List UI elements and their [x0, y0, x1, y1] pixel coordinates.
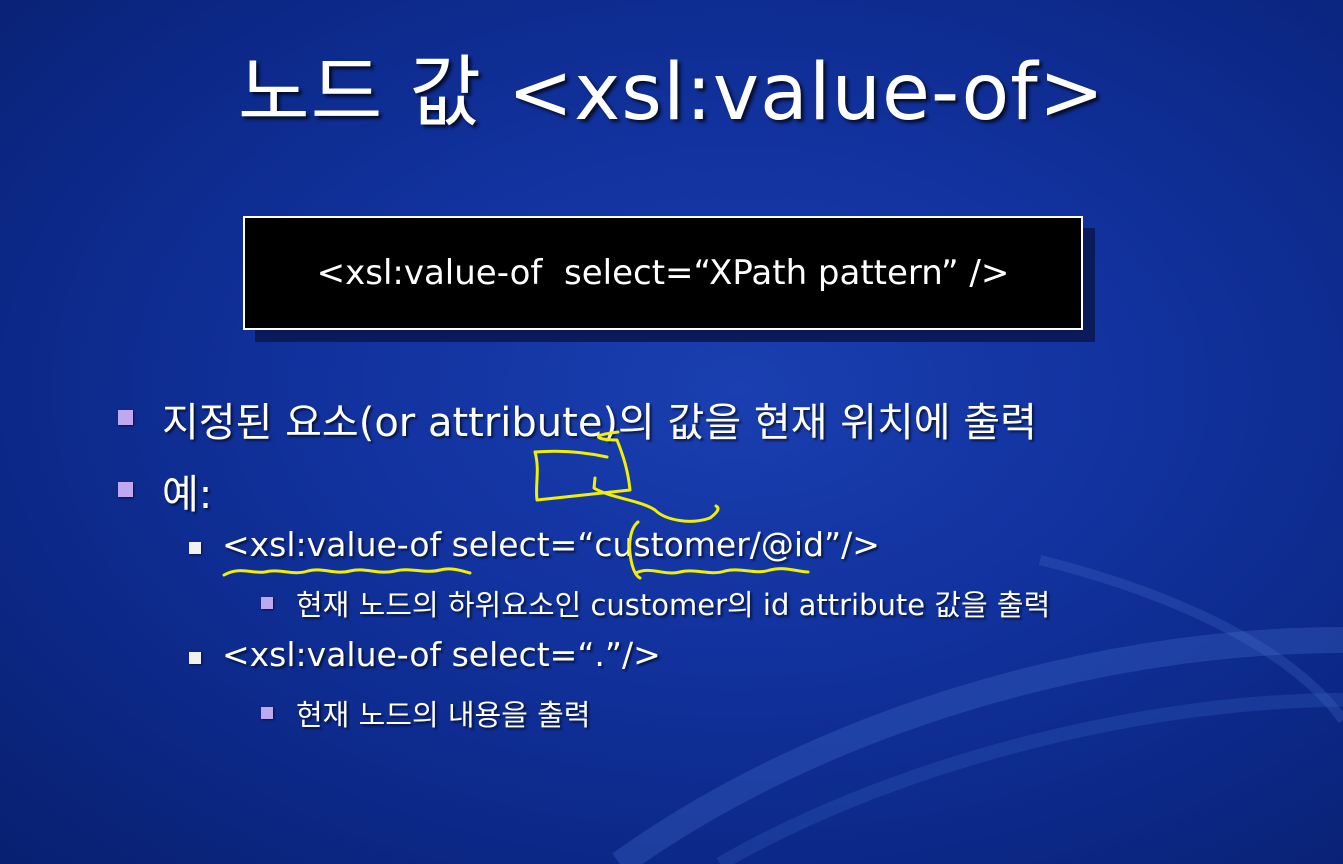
example-code-1: <xsl:value-of select=“customer/@id”/> [222, 525, 880, 564]
bullet-icon [118, 410, 133, 425]
annotation-connector [592, 476, 720, 523]
example-desc-2: 현재 노드의 내용을 출력 [296, 698, 591, 732]
example-desc-1: 현재 노드의 하위요소인 customer의 id attribute 값을 출… [296, 588, 1051, 622]
sub-bullet-icon [189, 652, 201, 664]
slide-title: 노드 값 <xsl:value-of> [237, 48, 1106, 138]
sub-sub-bullet-icon [261, 597, 273, 609]
annotation-underline-code [222, 567, 472, 577]
syntax-box: <xsl:value-of select=“XPath pattern” /> [243, 216, 1083, 330]
sub-sub-bullet-icon [261, 707, 273, 719]
bullet-description: 지정된 요소(or attribute)의 값을 현재 위치에 출력 [162, 400, 1037, 446]
example-code-2: <xsl:value-of select=“.”/> [222, 635, 661, 674]
annotation-underline-path [634, 567, 810, 575]
bullet-example-label: 예: [162, 472, 213, 518]
bullet-icon [118, 482, 133, 497]
sub-bullet-icon [189, 542, 201, 554]
syntax-text: <xsl:value-of select=“XPath pattern” /> [316, 253, 1010, 293]
